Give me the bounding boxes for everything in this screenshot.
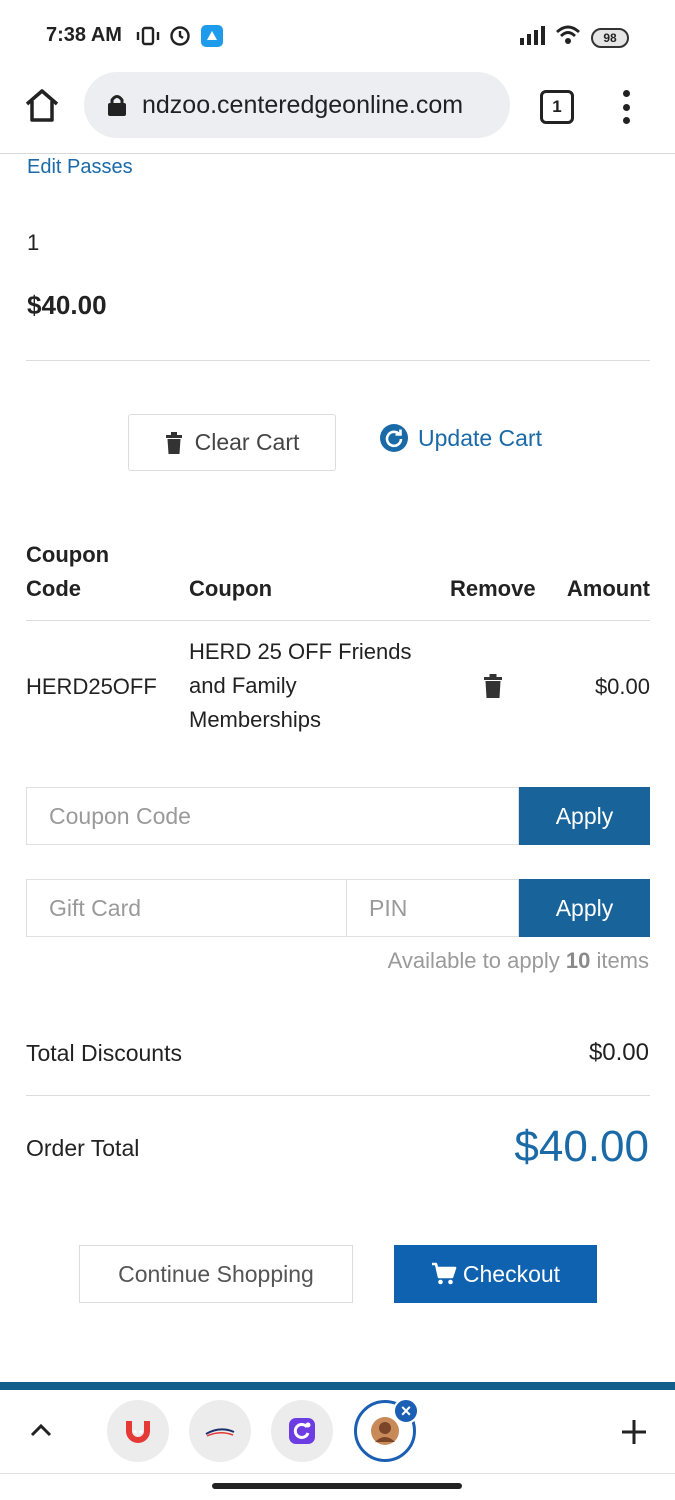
- trash-icon: [165, 431, 182, 454]
- edit-passes-link[interactable]: Edit Passes: [27, 156, 133, 179]
- refresh-app-icon[interactable]: [271, 1400, 333, 1462]
- wifi-icon: [555, 24, 581, 51]
- clear-cart-button[interactable]: Clear Cart: [128, 414, 336, 471]
- totals-divider: [26, 1095, 650, 1096]
- apply-coupon-button[interactable]: Apply: [519, 787, 650, 845]
- home-icon: [25, 89, 59, 122]
- total-discounts-value: $0.00: [588, 1039, 649, 1066]
- bottom-app-bar: [0, 1390, 675, 1474]
- apply-gift-card-button[interactable]: Apply: [519, 879, 650, 937]
- update-cart-label: Update Cart: [418, 424, 543, 451]
- order-total-label: Order Total: [26, 1135, 140, 1161]
- item-quantity: 1: [27, 230, 40, 255]
- signal-icon: [519, 25, 545, 50]
- update-cart-button[interactable]: Update Cart: [380, 424, 542, 452]
- cart-icon: [431, 1262, 457, 1285]
- magnet-app-icon[interactable]: [107, 1400, 169, 1462]
- tab-switcher-button[interactable]: 1: [540, 90, 574, 124]
- app-notification-icon: [200, 24, 224, 48]
- page-footer-strip: [0, 1382, 675, 1390]
- continue-shopping-button[interactable]: Continue Shopping: [79, 1245, 353, 1303]
- header-coupon: Coupon: [189, 576, 273, 601]
- coupon-code-input[interactable]: Coupon Code: [26, 787, 519, 845]
- order-total-value: $40.00: [514, 1122, 649, 1171]
- battery-indicator: 98: [591, 27, 629, 48]
- total-discounts-label: Total Discounts: [26, 1040, 182, 1066]
- pin-input[interactable]: PIN: [347, 879, 519, 937]
- close-icon[interactable]: ×: [393, 1398, 419, 1424]
- checkout-label: Checkout: [462, 1260, 561, 1287]
- gesture-bar[interactable]: [212, 1483, 462, 1489]
- vibrate-icon: [136, 24, 160, 48]
- gift-card-form: Gift Card PIN Apply: [26, 879, 650, 937]
- divider: [26, 360, 650, 361]
- header-remove: Remove: [450, 576, 536, 601]
- table-divider: [26, 620, 650, 621]
- more-menu-icon[interactable]: [616, 90, 636, 124]
- remove-coupon-button[interactable]: [483, 674, 503, 703]
- coupon-code-cell: HERD25OFF: [26, 674, 157, 699]
- alarm-icon: [168, 24, 192, 48]
- gift-card-input[interactable]: Gift Card: [26, 879, 347, 937]
- url-text: ndzoo.centeredgeonline.com: [142, 90, 464, 119]
- address-bar[interactable]: ndzoo.centeredgeonline.com: [84, 72, 510, 138]
- status-icons-left: [136, 24, 224, 48]
- item-price: $40.00: [27, 290, 107, 320]
- checkout-button[interactable]: Checkout: [394, 1245, 597, 1303]
- clear-cart-label: Clear Cart: [194, 429, 300, 455]
- header-coupon-code: Coupon Code: [26, 542, 110, 601]
- lock-icon: [106, 93, 128, 117]
- status-icons-right: 98: [519, 24, 629, 51]
- availability-note: Available to apply 10 items: [387, 948, 649, 973]
- canty-app-icon[interactable]: [189, 1400, 251, 1462]
- coupon-description-cell: HERD 25 OFF Friends and Family Membershi…: [189, 639, 412, 732]
- status-time: 7:38 AM: [46, 24, 122, 46]
- chevron-up-icon[interactable]: [28, 1418, 54, 1444]
- coupon-amount-cell: $0.00: [594, 674, 650, 699]
- trash-icon: [484, 674, 502, 698]
- refresh-icon: [380, 424, 408, 452]
- plus-icon[interactable]: [620, 1418, 648, 1446]
- header-amount: Amount: [566, 576, 650, 601]
- home-button[interactable]: [22, 86, 62, 126]
- coupon-form: Coupon Code Apply: [26, 787, 650, 845]
- browser-toolbar: ndzoo.centeredgeonline.com 1: [0, 72, 675, 154]
- status-bar: 7:38 AM 98: [0, 0, 675, 72]
